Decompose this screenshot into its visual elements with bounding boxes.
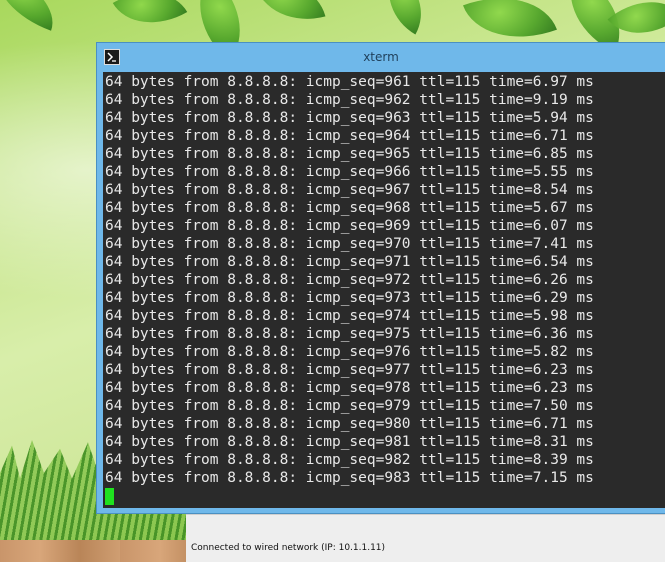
terminal-line: 64 bytes from 8.8.8.8: icmp_seq=979 ttl=… — [105, 398, 594, 414]
network-status-text: Connected to wired network (IP: 10.1.1.1… — [191, 543, 386, 553]
terminal-line: 64 bytes from 8.8.8.8: icmp_seq=977 ttl=… — [105, 362, 594, 378]
terminal-line: 64 bytes from 8.8.8.8: icmp_seq=967 ttl=… — [105, 182, 594, 198]
terminal-line: 64 bytes from 8.8.8.8: icmp_seq=981 ttl=… — [105, 434, 594, 450]
terminal-line: 64 bytes from 8.8.8.8: icmp_seq=980 ttl=… — [105, 416, 594, 432]
window-title: xterm — [363, 50, 399, 64]
terminal-line: 64 bytes from 8.8.8.8: icmp_seq=971 ttl=… — [105, 254, 594, 270]
terminal-line: 64 bytes from 8.8.8.8: icmp_seq=974 ttl=… — [105, 308, 594, 324]
leaf-decoration — [254, 0, 326, 32]
terminal-line: 64 bytes from 8.8.8.8: icmp_seq=983 ttl=… — [105, 470, 594, 486]
terminal-line: 64 bytes from 8.8.8.8: icmp_seq=968 ttl=… — [105, 200, 594, 216]
terminal-line: 64 bytes from 8.8.8.8: icmp_seq=966 ttl=… — [105, 164, 594, 180]
terminal-cursor — [105, 488, 114, 505]
terminal-line: 64 bytes from 8.8.8.8: icmp_seq=973 ttl=… — [105, 290, 594, 306]
terminal-line: 64 bytes from 8.8.8.8: icmp_seq=976 ttl=… — [105, 344, 594, 360]
terminal-line: 64 bytes from 8.8.8.8: icmp_seq=975 ttl=… — [105, 326, 594, 342]
terminal-line: 64 bytes from 8.8.8.8: icmp_seq=961 ttl=… — [105, 74, 594, 90]
terminal-line: 64 bytes from 8.8.8.8: icmp_seq=962 ttl=… — [105, 92, 594, 108]
terminal-line: 64 bytes from 8.8.8.8: icmp_seq=972 ttl=… — [105, 272, 594, 288]
terminal-line: 64 bytes from 8.8.8.8: icmp_seq=978 ttl=… — [105, 380, 594, 396]
prompt-line — [105, 487, 594, 505]
leaf-decoration — [0, 0, 65, 31]
terminal-line: 64 bytes from 8.8.8.8: icmp_seq=969 ttl=… — [105, 218, 594, 234]
window-titlebar[interactable]: xterm — [97, 43, 665, 71]
terminal-line: 64 bytes from 8.8.8.8: icmp_seq=982 ttl=… — [105, 452, 594, 468]
network-window: Connected to wired network (IP: 10.1.1.1… — [186, 514, 665, 562]
terminal-line: 64 bytes from 8.8.8.8: icmp_seq=964 ttl=… — [105, 128, 594, 144]
terminal-line: 64 bytes from 8.8.8.8: icmp_seq=963 ttl=… — [105, 110, 594, 126]
terminal-area[interactable]: 64 bytes from 8.8.8.8: icmp_seq=961 ttl=… — [103, 72, 665, 508]
terminal-line: 64 bytes from 8.8.8.8: icmp_seq=965 ttl=… — [105, 146, 594, 162]
desktop: Connected to wired network (IP: 10.1.1.1… — [0, 0, 665, 562]
leaf-decoration — [372, 0, 438, 35]
leaf-decoration — [112, 0, 188, 42]
terminal-line: 64 bytes from 8.8.8.8: icmp_seq=970 ttl=… — [105, 236, 594, 252]
xterm-window[interactable]: xterm 64 bytes from 8.8.8.8: icmp_seq=96… — [96, 42, 665, 514]
terminal-output: 64 bytes from 8.8.8.8: icmp_seq=961 ttl=… — [105, 73, 594, 505]
